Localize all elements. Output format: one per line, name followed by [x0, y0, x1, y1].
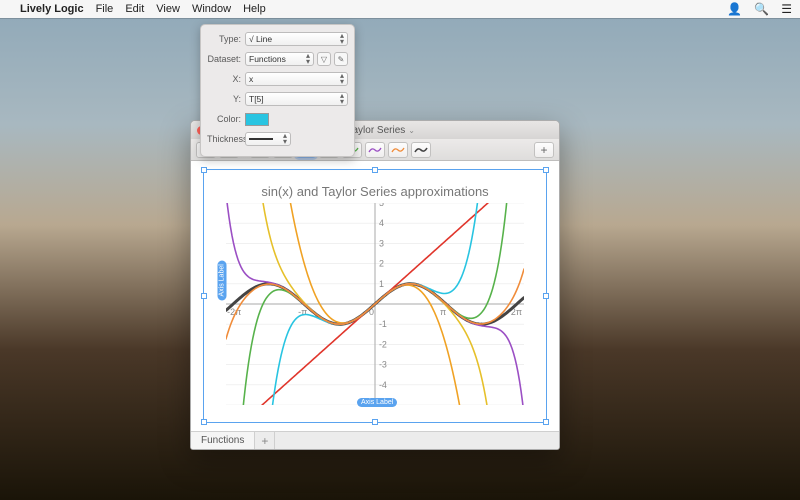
dataset-select[interactable]: Functions▴▾	[245, 52, 314, 66]
dataset-label: Dataset:	[207, 54, 245, 64]
window-title: Taylor Series	[347, 125, 405, 136]
add-button[interactable]: +	[534, 142, 554, 158]
resize-handle[interactable]	[543, 167, 549, 173]
app-menu[interactable]: Lively Logic	[20, 3, 84, 15]
color-swatch[interactable]	[245, 113, 269, 126]
x-select[interactable]: x▴▾	[245, 72, 348, 86]
svg-text:3: 3	[379, 238, 384, 248]
selection-box[interactable]: sin(x) and Taylor Series approximations …	[203, 169, 547, 423]
menu-file[interactable]: File	[96, 3, 114, 15]
menu-view[interactable]: View	[156, 3, 180, 15]
resize-handle[interactable]	[543, 419, 549, 425]
series-inspector-popover: Type: √ Line▴▾ Dataset: Functions▴▾ ▽ ✎ …	[200, 24, 355, 157]
svg-text:π: π	[440, 307, 446, 317]
search-icon[interactable]: 🔍	[754, 2, 769, 16]
sheet-tab-functions[interactable]: Functions	[191, 432, 255, 449]
svg-text:-4: -4	[379, 380, 387, 390]
system-menubar: Lively Logic File Edit View Window Help …	[0, 0, 800, 18]
resize-handle[interactable]	[201, 167, 207, 173]
thickness-label: Thickness:	[207, 134, 245, 144]
series-button-8[interactable]	[411, 142, 431, 158]
menu-help[interactable]: Help	[243, 3, 266, 15]
menu-window[interactable]: Window	[192, 3, 231, 15]
document-window: ▤ Taylor Series ⌄ 🎨 A + sin(x)	[190, 120, 560, 450]
chart-title: sin(x) and Taylor Series approximations	[226, 184, 524, 199]
type-select[interactable]: √ Line▴▾	[245, 32, 348, 46]
color-label: Color:	[207, 114, 245, 124]
filter-icon[interactable]: ▽	[317, 52, 331, 66]
user-icon[interactable]: 👤	[727, 2, 742, 16]
add-sheet-button[interactable]: +	[255, 432, 275, 449]
svg-text:1: 1	[379, 279, 384, 289]
resize-handle[interactable]	[543, 293, 549, 299]
svg-text:-3: -3	[379, 360, 387, 370]
y-axis-label-pill[interactable]: Axis Label	[218, 260, 227, 300]
x-label: X:	[207, 74, 245, 84]
svg-text:5: 5	[379, 203, 384, 208]
series-button-6[interactable]	[365, 142, 385, 158]
resize-handle[interactable]	[372, 419, 378, 425]
menu-edit[interactable]: Edit	[125, 3, 144, 15]
y-label: Y:	[207, 94, 245, 104]
resize-handle[interactable]	[372, 167, 378, 173]
chevron-down-icon[interactable]: ⌄	[408, 126, 415, 135]
svg-text:4: 4	[379, 218, 384, 228]
y-select[interactable]: T[5]▴▾	[245, 92, 348, 106]
canvas[interactable]: sin(x) and Taylor Series approximations …	[191, 161, 559, 431]
type-label: Type:	[207, 34, 245, 44]
series-button-7[interactable]	[388, 142, 408, 158]
x-axis-label-pill[interactable]: Axis Label	[357, 398, 397, 407]
resize-handle[interactable]	[201, 419, 207, 425]
sheet-tabbar: Functions +	[191, 431, 559, 449]
chart-plot: -5-4-3-2-112345-2π-π0π2π	[226, 203, 524, 405]
svg-text:-1: -1	[379, 319, 387, 329]
chevron-down-icon: ▾	[340, 39, 344, 45]
svg-text:2: 2	[379, 259, 384, 269]
chart: sin(x) and Taylor Series approximations …	[226, 184, 524, 406]
thickness-select[interactable]: ▴▾	[245, 132, 291, 146]
resize-handle[interactable]	[201, 293, 207, 299]
list-icon[interactable]: ☰	[781, 2, 792, 16]
svg-text:-2: -2	[379, 339, 387, 349]
action-icon[interactable]: ✎	[334, 52, 348, 66]
